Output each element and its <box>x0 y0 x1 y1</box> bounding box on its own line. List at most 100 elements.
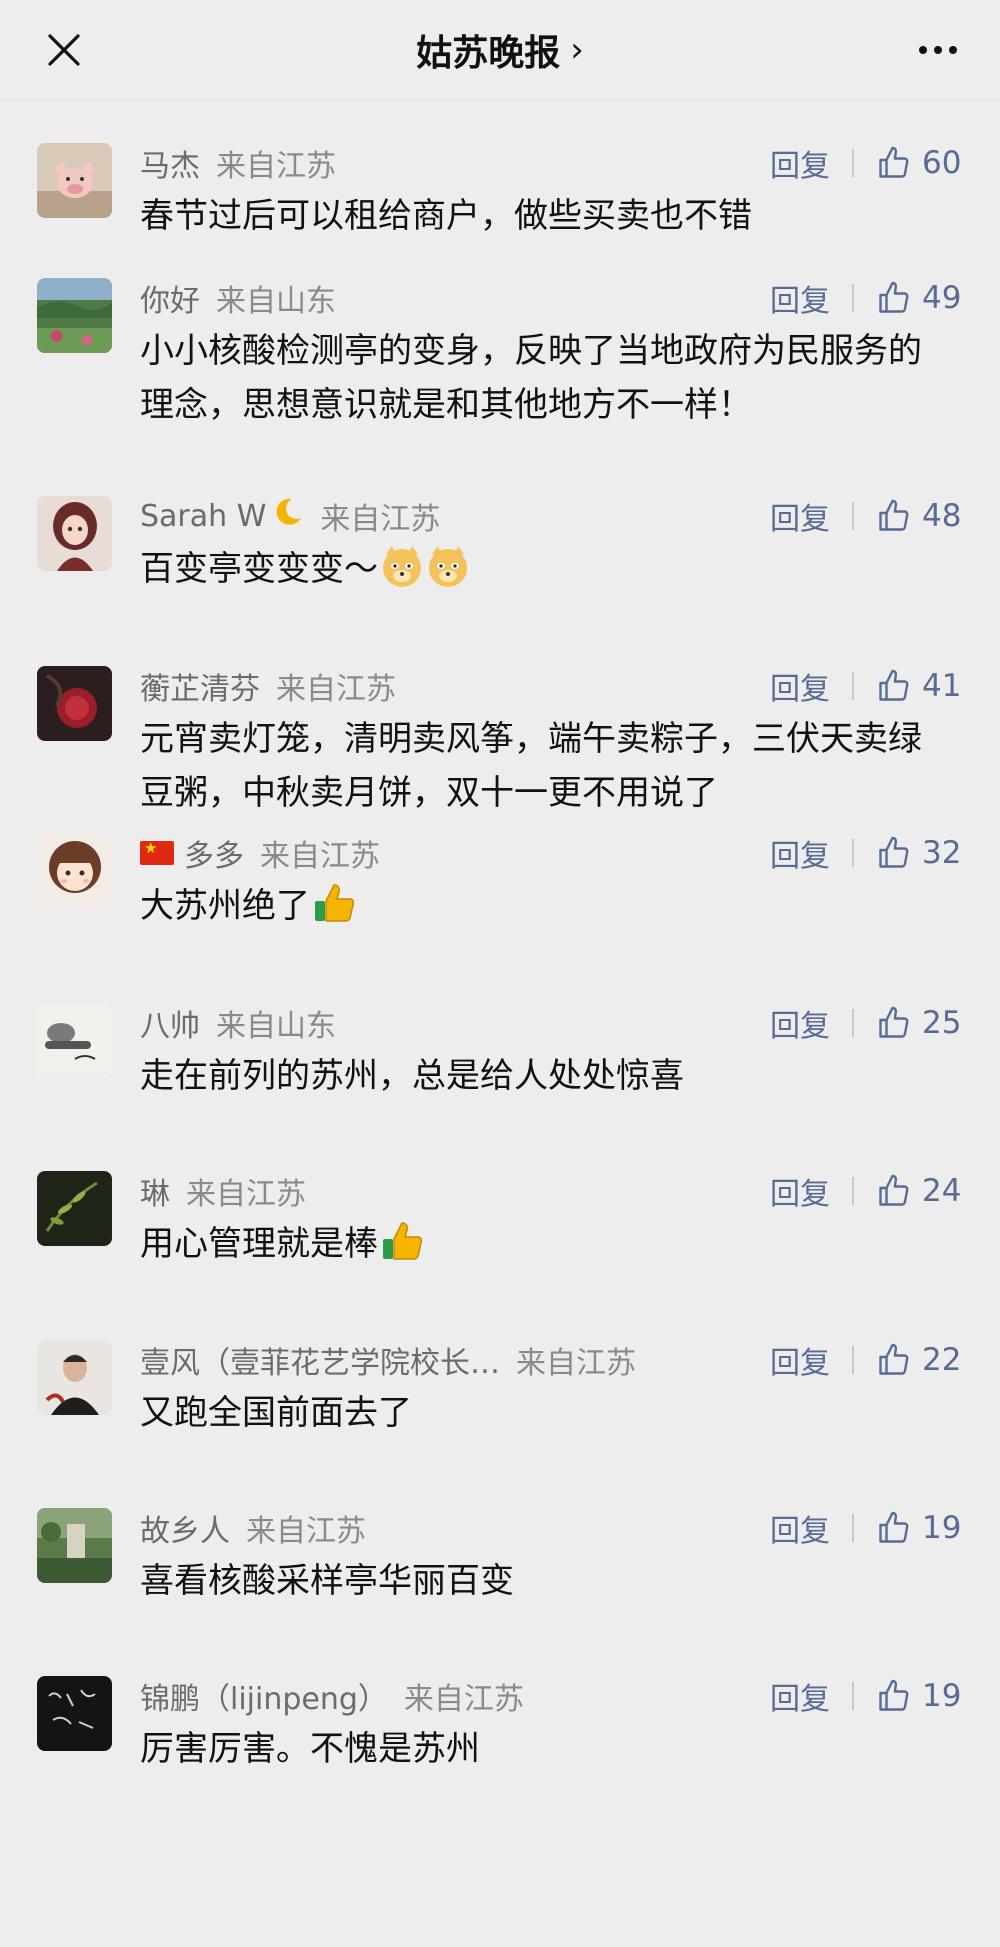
commenter-name[interactable]: 壹风（壹菲花艺学院校长… <box>140 1338 500 1382</box>
avatar[interactable] <box>37 496 112 571</box>
commenter-location: 来自江苏 <box>186 1177 306 1212</box>
commenter-name[interactable]: 你好 <box>140 276 200 320</box>
comment-text: 小小核酸检测亭的变身，反映了当地政府为民服务的理念，思想意识就是和其他地方不一样… <box>140 324 940 432</box>
account-title[interactable]: 姑苏晚报 › <box>416 24 584 76</box>
page-title: 姑苏晚报 <box>416 33 561 74</box>
commenter-location: 来自江苏 <box>516 1346 636 1381</box>
commenter-name[interactable]: 锦鹏（lijinpeng） <box>140 1674 388 1718</box>
more-icon-dot <box>934 46 942 54</box>
comment-actions: 回复 22 <box>770 1338 970 1382</box>
comment-text: 厉害厉害。不愧是苏州 <box>140 1722 940 1776</box>
reply-button[interactable]: 回复 <box>770 276 830 320</box>
comment-meta: 蘅芷清芬 来自江苏 <box>140 664 396 708</box>
commenter-name[interactable]: 多多 <box>184 831 244 875</box>
comment-text: 春节过后可以租给商户，做些买卖也不错 <box>140 189 940 243</box>
close-button[interactable] <box>40 26 88 74</box>
thumbs-up-icon <box>879 146 909 178</box>
avatar[interactable] <box>37 833 112 908</box>
avatar[interactable] <box>37 143 112 218</box>
comment-text: 大苏州绝了 <box>140 879 940 941</box>
commenter-location: 来自江苏 <box>246 1514 366 1549</box>
close-icon <box>48 34 80 66</box>
commenter-name[interactable]: 故乡人 <box>140 1506 230 1550</box>
reply-button[interactable]: 回复 <box>770 1674 830 1718</box>
comment-text-content: 又跑全国前面去了 <box>140 1393 412 1433</box>
like-button[interactable]: 49 <box>876 280 970 316</box>
comment-meta: 八帅 来自山东 <box>140 1001 336 1045</box>
like-button[interactable]: 60 <box>876 145 970 181</box>
avatar[interactable] <box>37 1003 112 1078</box>
reply-button[interactable]: 回复 <box>770 1506 830 1550</box>
reply-button[interactable]: 回复 <box>770 1338 830 1382</box>
comment-meta: 你好 来自山东 <box>140 276 336 320</box>
thumbs-up-emoji <box>312 881 356 941</box>
comment-meta: 故乡人 来自江苏 <box>140 1506 366 1550</box>
reply-button[interactable]: 回复 <box>770 831 830 875</box>
avatar[interactable] <box>37 1676 112 1751</box>
like-count: 60 <box>922 145 962 181</box>
like-button[interactable]: 41 <box>876 668 970 704</box>
reply-button[interactable]: 回复 <box>770 1001 830 1045</box>
avatar[interactable] <box>37 666 112 741</box>
comment-actions: 回复 49 <box>770 276 970 320</box>
commenter-name[interactable]: 八帅 <box>140 1001 200 1045</box>
comment-text: 元宵卖灯笼，清明卖风筝，端午卖粽子，三伏天卖绿豆粥，中秋卖月饼，双十一更不用说了 <box>140 712 940 820</box>
thumbs-up-icon <box>879 1174 909 1206</box>
commenter-name[interactable]: 琳 <box>140 1169 170 1213</box>
more-button[interactable] <box>908 30 968 70</box>
comment-meta: 琳 来自江苏 <box>140 1169 306 1213</box>
comment-text-content: 大苏州绝了 <box>140 886 310 926</box>
comment-text-content: 春节过后可以租给商户，做些买卖也不错 <box>140 196 752 236</box>
like-button[interactable]: 22 <box>876 1342 970 1378</box>
comment-text-content: 小小核酸检测亭的变身，反映了当地政府为民服务的理念，思想意识就是和其他地方不一样… <box>140 331 922 425</box>
comment-text-content: 用心管理就是棒 <box>140 1224 378 1264</box>
like-button[interactable]: 32 <box>876 835 970 871</box>
more-icon <box>919 46 927 54</box>
china-flag-emoji <box>140 839 174 865</box>
comment-text-content: 走在前列的苏州，总是给人处处惊喜 <box>140 1056 684 1096</box>
avatar[interactable] <box>37 1508 112 1583</box>
comment-meta: 多多 来自江苏 <box>140 831 380 875</box>
comment-text-content: 百变亭变变变～ <box>140 549 378 589</box>
avatar[interactable] <box>37 1171 112 1246</box>
divider <box>852 149 854 177</box>
like-count: 49 <box>922 280 962 316</box>
reply-button[interactable]: 回复 <box>770 494 830 538</box>
comment-actions: 回复 60 <box>770 141 970 185</box>
like-count: 22 <box>922 1342 962 1378</box>
like-button[interactable]: 25 <box>876 1005 970 1041</box>
like-button[interactable]: 19 <box>876 1678 970 1714</box>
divider <box>852 502 854 530</box>
like-button[interactable]: 24 <box>876 1173 970 1209</box>
avatar[interactable] <box>37 1340 112 1415</box>
comment-text: 又跑全国前面去了 <box>140 1386 940 1440</box>
reply-button[interactable]: 回复 <box>770 1169 830 1213</box>
doge-emoji <box>380 544 472 604</box>
avatar[interactable] <box>37 278 112 353</box>
thumbs-up-icon <box>879 1343 909 1375</box>
thumbs-up-icon <box>879 281 909 313</box>
comment-text-content: 元宵卖灯笼，清明卖风筝，端午卖粽子，三伏天卖绿豆粥，中秋卖月饼，双十一更不用说了 <box>140 719 922 813</box>
commenter-name[interactable]: 蘅芷清芬 <box>140 664 260 708</box>
comment-meta: 锦鹏（lijinpeng） 来自江苏 <box>140 1674 524 1718</box>
like-button[interactable]: 19 <box>876 1510 970 1546</box>
like-count: 25 <box>922 1005 962 1041</box>
comment-text-content: 厉害厉害。不愧是苏州 <box>140 1729 480 1769</box>
thumbs-up-icon <box>879 1679 909 1711</box>
crescent-moon-emoji <box>272 496 304 536</box>
comment-actions: 回复 24 <box>770 1169 970 1213</box>
comment-meta: Sarah W 来自江苏 <box>140 496 441 538</box>
commenter-name[interactable]: 马杰 <box>140 141 200 185</box>
commenter-location: 来自江苏 <box>320 502 441 537</box>
more-icon-dot <box>949 46 957 54</box>
like-button[interactable]: 48 <box>876 498 970 534</box>
comment-meta: 马杰 来自江苏 <box>140 141 336 185</box>
reply-button[interactable]: 回复 <box>770 664 830 708</box>
commenter-name[interactable]: Sarah W <box>140 499 266 534</box>
like-count: 32 <box>922 835 962 871</box>
commenter-location: 来自江苏 <box>403 1682 524 1717</box>
reply-button[interactable]: 回复 <box>770 141 830 185</box>
commenter-location: 来自江苏 <box>260 839 380 874</box>
divider <box>852 839 854 867</box>
like-count: 48 <box>922 498 962 534</box>
